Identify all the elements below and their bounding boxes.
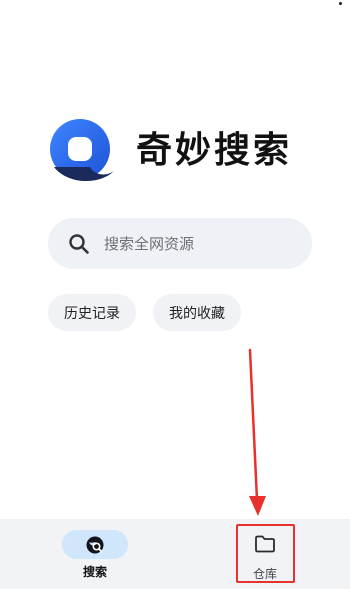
- history-button[interactable]: 历史记录: [48, 294, 136, 331]
- folder-icon: [255, 535, 275, 553]
- search-icon: [69, 233, 89, 254]
- tab-repo-label: 仓库: [252, 567, 277, 581]
- app-screen: 奇妙搜索 搜索全网资源 历史记录 我的收藏 搜索 仓库: [0, 0, 350, 589]
- tab-search-icon-pill: [62, 530, 128, 559]
- bottom-tab-bar: 搜索 仓库: [0, 519, 350, 589]
- tab-search[interactable]: 搜索: [40, 519, 150, 589]
- history-label: 历史记录: [64, 305, 120, 322]
- brand-header: 奇妙搜索: [48, 116, 292, 186]
- search-globe-icon: [86, 536, 104, 553]
- app-logo-icon: [50, 119, 114, 182]
- favorites-label: 我的收藏: [169, 305, 225, 322]
- search-placeholder: 搜索全网资源: [104, 235, 195, 253]
- tab-repository[interactable]: 仓库: [210, 519, 320, 589]
- status-indicator-dot: [339, 2, 342, 5]
- search-input[interactable]: 搜索全网资源: [48, 218, 312, 269]
- favorites-button[interactable]: 我的收藏: [153, 294, 241, 331]
- tab-repo-icon-wrap: [253, 533, 277, 555]
- tab-search-label: 搜索: [82, 565, 107, 579]
- app-title: 奇妙搜索: [136, 130, 293, 171]
